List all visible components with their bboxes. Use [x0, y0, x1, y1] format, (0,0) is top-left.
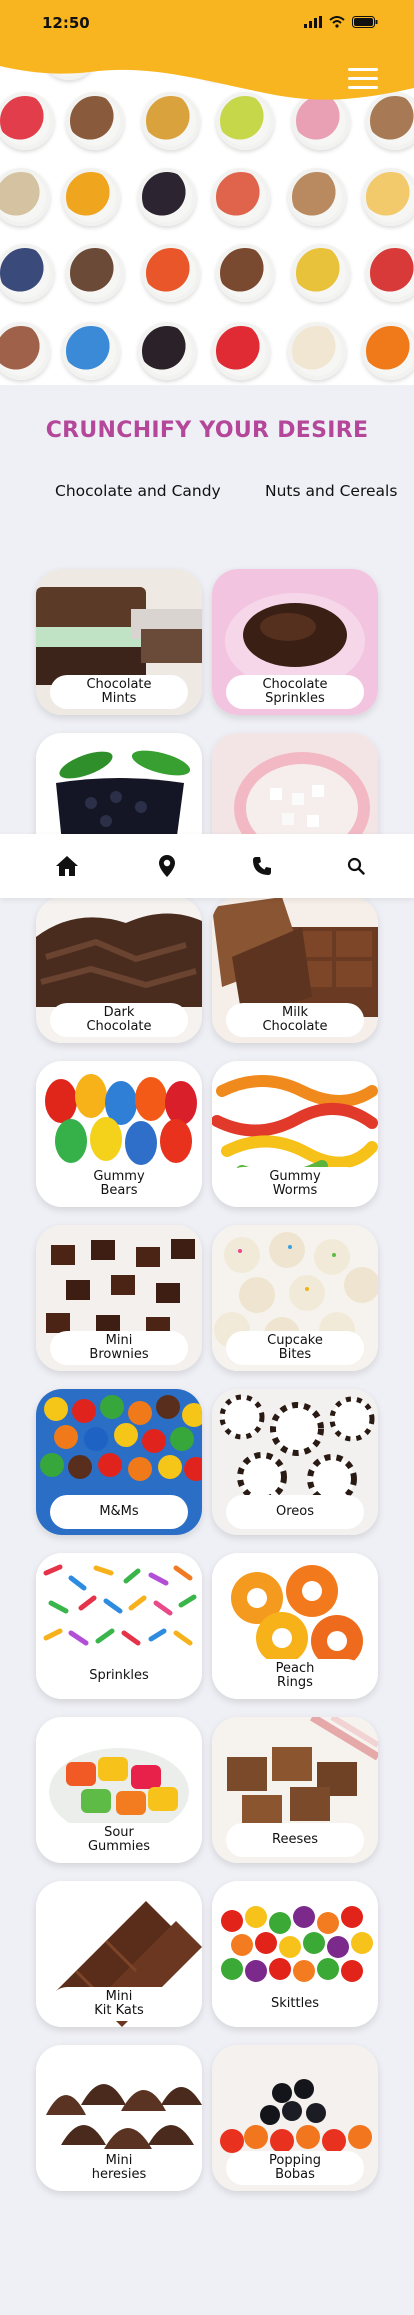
- product-label: Gummy Worms: [226, 1167, 364, 1201]
- product-label: Reeses: [226, 1823, 364, 1857]
- product-card-chocolate-mints[interactable]: Chocolate Mints: [36, 569, 202, 715]
- hero-bowl: [362, 322, 414, 380]
- product-label: Popping Bobas: [226, 2151, 364, 2185]
- product-card-milk-chocolate[interactable]: Milk Chocolate: [212, 897, 378, 1043]
- hero-bowl: [288, 168, 346, 226]
- product-card-dark-chocolate[interactable]: Dark Chocolate: [36, 897, 202, 1043]
- product-card-mini-heresies[interactable]: Mini heresies: [36, 2045, 202, 2191]
- product-card-gummy-bears[interactable]: Gummy Bears: [36, 1061, 202, 1207]
- product-card-cupcake-bites[interactable]: Cupcake Bites: [212, 1225, 378, 1371]
- page-title: CRUNCHIFY YOUR DESIRE: [45, 418, 369, 443]
- product-label: Mini Kit Kats: [50, 1987, 188, 2021]
- location-pin-icon[interactable]: [153, 852, 181, 880]
- product-card-chocolate-sprinkles[interactable]: Chocolate Sprinkles: [212, 569, 378, 715]
- product-card-skittles[interactable]: Skittles: [212, 1881, 378, 2027]
- hero-bowl: [66, 244, 124, 302]
- bottom-navigation: [0, 834, 414, 898]
- hamburger-menu-icon[interactable]: [348, 68, 378, 92]
- hero-bowl: [366, 244, 414, 302]
- hero-bowl: [216, 244, 274, 302]
- tab-nuts-and-cereals[interactable]: Nuts and Cereals: [265, 482, 397, 500]
- product-label: Skittles: [226, 1987, 364, 2021]
- hero-bowl: [288, 322, 346, 380]
- hero-bowl: [362, 168, 414, 226]
- cellular-signal-icon: [304, 16, 322, 28]
- hero-banner: 12:50: [0, 0, 414, 385]
- product-label: Oreos: [226, 1495, 364, 1529]
- battery-icon: [352, 16, 378, 28]
- product-label: Chocolate Mints: [50, 675, 188, 709]
- phone-icon[interactable]: [248, 852, 276, 880]
- product-card-reeses[interactable]: Reeses: [212, 1717, 378, 1863]
- product-card-peach-rings[interactable]: Peach Rings: [212, 1553, 378, 1699]
- wifi-icon: [329, 16, 345, 28]
- category-tabs: Chocolate and Candy Nuts and Cereals: [0, 480, 414, 506]
- product-card-oreos[interactable]: Oreos: [212, 1389, 378, 1535]
- product-card-gummy-worms[interactable]: Gummy Worms: [212, 1061, 378, 1207]
- product-label: Peach Rings: [226, 1659, 364, 1693]
- product-label: Sprinkles: [50, 1659, 188, 1693]
- hero-bowl: [62, 168, 120, 226]
- product-label: M&Ms: [50, 1495, 188, 1529]
- hero-bowl: [212, 168, 270, 226]
- hero-bowl: [292, 244, 350, 302]
- hero-bowl: [138, 322, 196, 380]
- hero-bowl: [62, 322, 120, 380]
- hero-bowl: [142, 244, 200, 302]
- product-label: Dark Chocolate: [50, 1003, 188, 1037]
- product-card-sprinkles[interactable]: Sprinkles: [36, 1553, 202, 1699]
- hero-bowl: [212, 322, 270, 380]
- status-bar: 12:50: [0, 0, 414, 46]
- product-card-popping-bobas[interactable]: Popping Bobas: [212, 2045, 378, 2191]
- hero-bowl: [138, 168, 196, 226]
- product-label: Mini heresies: [50, 2151, 188, 2185]
- search-icon[interactable]: [342, 852, 370, 880]
- product-card-sour-gummies[interactable]: Sour Gummies: [36, 1717, 202, 1863]
- product-card-mini-kit-kats[interactable]: Mini Kit Kats: [36, 1881, 202, 2027]
- product-card-mms[interactable]: M&Ms: [36, 1389, 202, 1535]
- tab-chocolate-and-candy[interactable]: Chocolate and Candy: [55, 482, 221, 500]
- product-card-mini-brownies[interactable]: Mini Brownies: [36, 1225, 202, 1371]
- status-time: 12:50: [42, 14, 90, 32]
- product-label: Mini Brownies: [50, 1331, 188, 1365]
- hero-bowl: [0, 168, 50, 226]
- product-label: Cupcake Bites: [226, 1331, 364, 1365]
- product-label: Chocolate Sprinkles: [226, 675, 364, 709]
- home-icon[interactable]: [53, 852, 81, 880]
- hero-bowl: [0, 322, 50, 380]
- product-label: Sour Gummies: [50, 1823, 188, 1857]
- product-label: Gummy Bears: [50, 1167, 188, 1201]
- product-label: Milk Chocolate: [226, 1003, 364, 1037]
- hero-bowl: [0, 244, 54, 302]
